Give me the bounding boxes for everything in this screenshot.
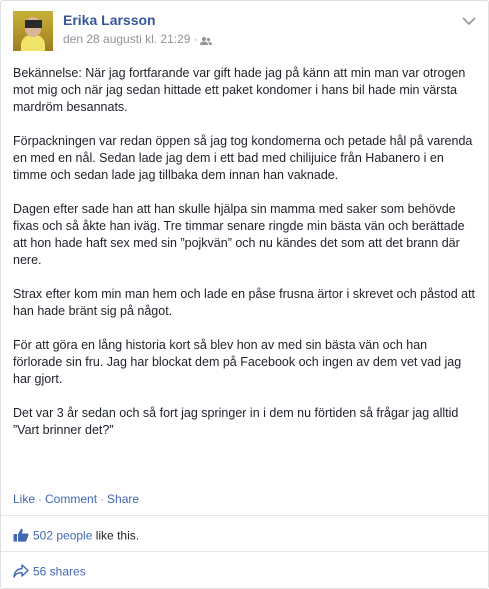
post-paragraph: Bekännelse: När jag fortfarande var gift… bbox=[13, 66, 466, 114]
avatar-censor-bar bbox=[25, 20, 42, 28]
likes-summary: 502 people like this. bbox=[13, 528, 139, 545]
shares-count: 56 shares bbox=[33, 564, 86, 579]
post-paragraph: Strax efter kom min man hem och lade en … bbox=[13, 287, 476, 318]
share-arrow-icon bbox=[13, 564, 29, 581]
post-paragraph: Det var 3 år sedan och så fort jag sprin… bbox=[13, 406, 459, 437]
friends-icon[interactable] bbox=[200, 35, 213, 45]
author-name[interactable]: Erika Larsson bbox=[63, 12, 156, 28]
thumbs-up-icon bbox=[13, 528, 29, 545]
divider bbox=[1, 515, 488, 516]
likes-count-link[interactable]: 502 people bbox=[33, 529, 92, 543]
post-actions: Like · Comment · Share bbox=[13, 492, 139, 506]
likes-suffix: like this. bbox=[92, 528, 140, 543]
post-text: Bekännelse: När jag fortfarande var gift… bbox=[13, 65, 478, 456]
meta-separator: · bbox=[193, 32, 198, 46]
post-meta: den 28 augusti kl. 21:29 · bbox=[63, 32, 213, 46]
post-card: Erika Larsson den 28 augusti kl. 21:29 · … bbox=[0, 0, 489, 589]
action-separator: · bbox=[38, 492, 43, 506]
chevron-down-icon[interactable] bbox=[462, 13, 476, 26]
post-paragraph: Dagen efter sade han att han skulle hjäl… bbox=[13, 202, 465, 267]
avatar-body bbox=[21, 35, 45, 51]
share-link[interactable]: Share bbox=[107, 492, 139, 506]
avatar[interactable] bbox=[13, 11, 53, 51]
action-separator: · bbox=[100, 492, 105, 506]
post-paragraph: För att göra en lång historia kort så bl… bbox=[13, 338, 462, 386]
post-paragraph: Förpackningen var redan öppen så jag tog… bbox=[13, 134, 473, 182]
shares-link[interactable]: 56 shares bbox=[13, 564, 86, 581]
like-link[interactable]: Like bbox=[13, 492, 35, 506]
post-header: Erika Larsson den 28 augusti kl. 21:29 · bbox=[13, 11, 476, 55]
comment-link[interactable]: Comment bbox=[45, 492, 97, 506]
post-timestamp[interactable]: den 28 augusti kl. 21:29 bbox=[63, 32, 190, 46]
divider bbox=[1, 551, 488, 552]
